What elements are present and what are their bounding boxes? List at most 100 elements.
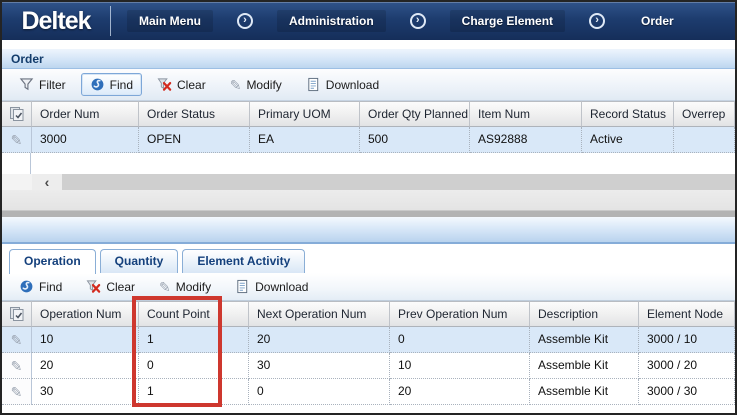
spacer xyxy=(2,153,735,174)
order-toolbar: Filter Find Clear ✎ Modify Download xyxy=(2,69,735,101)
modify-button[interactable]: ✎ Modify xyxy=(221,74,291,96)
nav-charge-element[interactable]: Charge Element xyxy=(450,10,565,32)
tab-quantity[interactable]: Quantity xyxy=(100,249,179,273)
grid-cell-operation-num: 20 xyxy=(32,353,139,379)
grid-cell-prev-operation-num: 20 xyxy=(390,379,530,405)
column-header-record-status[interactable]: Record Status xyxy=(582,101,674,127)
grid-cell-order-num: 3000 xyxy=(32,127,139,153)
download-button-label: Download xyxy=(255,280,308,294)
column-header-order-status[interactable]: Order Status xyxy=(139,101,250,127)
modify-pencil-icon: ✎ xyxy=(159,280,171,294)
column-header-element-node[interactable]: Element Node xyxy=(639,301,735,327)
find-button[interactable]: Find xyxy=(10,275,71,298)
deltek-logo: Deltek xyxy=(2,7,110,36)
select-all-cell[interactable] xyxy=(2,101,32,127)
clear-icon xyxy=(86,279,101,294)
grid-cell-order-qty-planned: 500 xyxy=(360,127,470,153)
detail-header-band xyxy=(2,217,735,244)
splitter-handle[interactable] xyxy=(2,210,735,217)
chevron-glyph: › xyxy=(595,15,599,26)
spacer xyxy=(2,40,735,49)
modify-button-label: Modify xyxy=(246,78,281,92)
chevron-circle-icon[interactable]: › xyxy=(410,13,426,29)
scrollbar-corner xyxy=(2,174,32,190)
tab-operation[interactable]: Operation xyxy=(9,249,96,274)
row-edit-cell[interactable]: ✎ xyxy=(2,379,32,405)
grid-cell-order-status: OPEN xyxy=(139,127,250,153)
top-navbar: Deltek Main Menu › Administration › Char… xyxy=(2,2,735,40)
chevron-circle-icon[interactable]: › xyxy=(589,13,605,29)
navbar-divider xyxy=(110,6,111,36)
download-button[interactable]: Download xyxy=(297,73,388,96)
horizontal-scrollbar: ‹ xyxy=(2,174,735,190)
row-edit-cell[interactable]: ✎ xyxy=(2,353,32,379)
grid-cell-description: Assemble Kit xyxy=(530,327,639,353)
detail-tabs: Operation Quantity Element Activity xyxy=(2,244,735,273)
scroll-left-button[interactable]: ‹ xyxy=(32,174,62,190)
chevron-circle-icon[interactable]: › xyxy=(237,13,253,29)
clear-button-label: Clear xyxy=(177,78,206,92)
grid-cell-description: Assemble Kit xyxy=(530,379,639,405)
clear-button[interactable]: Clear xyxy=(148,73,215,96)
grid-cell-element-node: 3000 / 30 xyxy=(639,379,735,405)
order-grid: Order Num Order Status Primary UOM Order… xyxy=(2,101,735,153)
operation-toolbar: Find Clear ✎ Modify Download xyxy=(2,273,735,301)
column-header-item-num[interactable]: Item Num xyxy=(470,101,582,127)
spacer xyxy=(2,405,735,413)
section-header: Order xyxy=(2,49,735,69)
modify-button-label: Modify xyxy=(176,280,211,294)
column-header-primary-uom[interactable]: Primary UOM xyxy=(250,101,360,127)
grid-cell-count-point: 0 xyxy=(139,353,249,379)
grid-cell-count-point: 1 xyxy=(139,379,249,405)
grid-cell-description: Assemble Kit xyxy=(530,353,639,379)
row-edit-cell[interactable]: ✎ xyxy=(2,127,32,153)
row-edit-cell[interactable]: ✎ xyxy=(2,327,32,353)
edit-pencil-icon: ✎ xyxy=(11,385,23,399)
edit-pencil-icon: ✎ xyxy=(11,333,23,347)
tab-element-activity[interactable]: Element Activity xyxy=(182,249,305,273)
app-window: Deltek Main Menu › Administration › Char… xyxy=(0,0,737,415)
grid-cell-next-operation-num: 20 xyxy=(249,327,390,353)
download-icon xyxy=(235,279,250,294)
scroll-left-icon: ‹ xyxy=(45,175,50,189)
grid-cell-item-num: AS92888 xyxy=(470,127,582,153)
scrollbar-track[interactable] xyxy=(62,174,735,190)
grid-cell-next-operation-num: 30 xyxy=(249,353,390,379)
grid-cell-element-node: 3000 / 20 xyxy=(639,353,735,379)
column-header-operation-num[interactable]: Operation Num xyxy=(32,301,139,327)
filter-button-label: Filter xyxy=(39,78,66,92)
column-header-order-qty-planned[interactable]: Order Qty Planned xyxy=(360,101,470,127)
nav-main-menu[interactable]: Main Menu xyxy=(127,10,213,32)
modify-button[interactable]: ✎ Modify xyxy=(150,276,220,298)
select-all-cell[interactable] xyxy=(2,301,32,327)
column-header-order-num[interactable]: Order Num xyxy=(32,101,139,127)
column-header-next-operation-num[interactable]: Next Operation Num xyxy=(249,301,390,327)
column-header-description[interactable]: Description xyxy=(530,301,639,327)
clear-button-label: Clear xyxy=(106,280,135,294)
download-button-label: Download xyxy=(326,78,379,92)
download-button[interactable]: Download xyxy=(226,275,317,298)
column-header-prev-operation-num[interactable]: Prev Operation Num xyxy=(390,301,530,327)
clear-button[interactable]: Clear xyxy=(77,275,144,298)
panel-strip xyxy=(2,190,735,210)
column-header-count-point[interactable]: Count Point xyxy=(139,301,249,327)
clear-icon xyxy=(157,77,172,92)
grid-cell-primary-uom: EA xyxy=(250,127,360,153)
nav-order[interactable]: Order xyxy=(629,10,686,32)
column-header-overrep[interactable]: Overrep xyxy=(674,101,735,127)
filter-icon xyxy=(19,77,34,92)
nav-administration[interactable]: Administration xyxy=(277,10,386,32)
grid-cell-next-operation-num: 0 xyxy=(249,379,390,405)
operation-grid: Operation Num Count Point Next Operation… xyxy=(2,301,735,405)
find-button-label: Find xyxy=(39,280,62,294)
find-button[interactable]: Find xyxy=(81,73,142,96)
grid-cell-overrep xyxy=(674,127,735,153)
grid-cell-operation-num: 30 xyxy=(32,379,139,405)
edit-pencil-icon: ✎ xyxy=(11,359,23,373)
chevron-glyph: › xyxy=(243,15,247,26)
column-border-line xyxy=(30,153,31,174)
find-button-label: Find xyxy=(110,78,133,92)
grid-cell-operation-num: 10 xyxy=(32,327,139,353)
modify-pencil-icon: ✎ xyxy=(230,78,242,92)
filter-button[interactable]: Filter xyxy=(10,73,75,96)
